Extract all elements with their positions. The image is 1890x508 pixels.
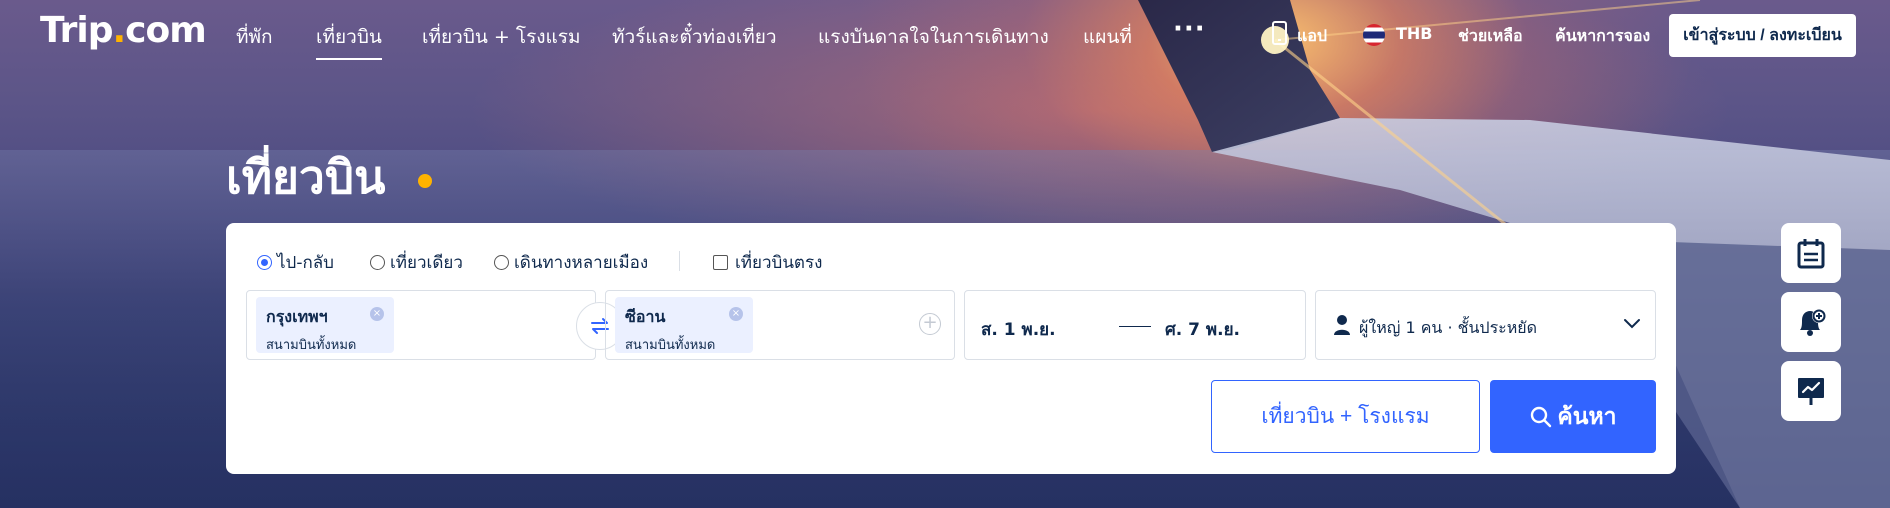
- currency-selector[interactable]: THB: [1396, 24, 1433, 43]
- search-button-label: ค้นหา: [1557, 402, 1617, 429]
- find-booking-link[interactable]: ค้นหาการจอง: [1555, 24, 1650, 49]
- search-button[interactable]: ค้นหา: [1490, 380, 1656, 453]
- trip-type-one-way[interactable]: เที่ยวเดียว: [370, 249, 463, 276]
- title-accent-dot: [418, 174, 432, 188]
- origin-field[interactable]: กรุงเทพฯ สนามบินทั้งหมด ×: [246, 290, 596, 360]
- origin-airport: สนามบินทั้งหมด: [266, 338, 357, 353]
- direct-flights-checkbox[interactable]: [713, 255, 728, 270]
- logo-dot: .: [112, 10, 126, 51]
- remove-origin-icon[interactable]: ×: [370, 307, 384, 321]
- price-trend-icon: [1798, 378, 1824, 405]
- destination-field[interactable]: ซีอาน สนามบินทั้งหมด ×: [605, 290, 955, 360]
- search-icon: [1531, 406, 1552, 427]
- direct-flights-option[interactable]: เที่ยวบินตรง: [713, 249, 822, 276]
- nav-map[interactable]: แผนที่: [1083, 22, 1132, 52]
- radio-one-way[interactable]: [370, 255, 385, 270]
- remove-destination-icon[interactable]: ×: [729, 307, 743, 321]
- chevron-down-icon[interactable]: [1623, 318, 1641, 330]
- origin-city: กรุงเทพฯ: [266, 307, 328, 326]
- destination-airport: สนามบินทั้งหมด: [625, 338, 716, 353]
- return-date[interactable]: ศ. 7 พ.ย.: [1165, 316, 1240, 343]
- flight-search-card: ไป-กลับ เที่ยวเดียว เดินทางหลายเมือง เที…: [226, 223, 1676, 474]
- calendar-icon: [1797, 239, 1825, 269]
- login-register-button[interactable]: เข้าสู่ระบบ / ลงทะเบียน: [1669, 14, 1856, 57]
- add-destination-icon[interactable]: +: [919, 313, 941, 335]
- app-link[interactable]: แอป: [1297, 24, 1327, 49]
- one-way-label: เที่ยวเดียว: [390, 253, 463, 273]
- radio-round-trip[interactable]: [257, 255, 272, 270]
- depart-date[interactable]: ส. 1 พ.ย.: [981, 316, 1056, 343]
- destination-city-chip[interactable]: ซีอาน สนามบินทั้งหมด ×: [615, 297, 753, 353]
- price-trend-float-button[interactable]: [1781, 361, 1841, 421]
- phone-icon: [1272, 21, 1287, 45]
- trip-type-round-trip[interactable]: ไป-กลับ: [257, 249, 334, 276]
- direct-flights-label: เที่ยวบินตรง: [735, 253, 823, 273]
- round-trip-label: ไป-กลับ: [277, 253, 334, 273]
- flight-hotel-button[interactable]: เที่ยวบิน + โรงแรม: [1211, 380, 1480, 453]
- nav-flights[interactable]: เที่ยวบิน: [316, 22, 382, 60]
- thailand-flag-icon: [1363, 24, 1385, 46]
- nav-hotels[interactable]: ที่พัก: [236, 22, 273, 52]
- multi-city-label: เดินทางหลายเมือง: [514, 253, 649, 273]
- passenger-summary: ผู้ใหญ่ 1 คน · ชั้นประหยัด: [1359, 318, 1538, 337]
- destination-city: ซีอาน: [625, 307, 666, 326]
- trip-com-logo[interactable]: Trip.com: [40, 10, 207, 51]
- date-range-dash: [1119, 326, 1151, 327]
- origin-city-chip[interactable]: กรุงเทพฯ สนามบินทั้งหมด ×: [256, 297, 394, 353]
- options-divider: [679, 251, 680, 271]
- page-title: เที่ยวบิน: [226, 150, 386, 204]
- logo-text-left: Trip: [40, 10, 113, 51]
- price-alert-icon: [1800, 309, 1826, 336]
- help-link[interactable]: ช่วยเหลือ: [1458, 24, 1523, 49]
- nav-travel-inspiration[interactable]: แรงบันดาลใจในการเดินทาง: [818, 22, 1049, 52]
- user-icon: [1334, 315, 1350, 335]
- nav-tours-tickets[interactable]: ทัวร์และตั๋วท่องเที่ยว: [612, 22, 777, 52]
- radio-multi-city[interactable]: [494, 255, 509, 270]
- calendar-float-button[interactable]: [1781, 223, 1841, 283]
- trip-type-multi-city[interactable]: เดินทางหลายเมือง: [494, 249, 648, 276]
- top-navigation: Trip.com ที่พัก เที่ยวบิน เที่ยวบิน + โร…: [0, 0, 1890, 70]
- nav-flight-hotel[interactable]: เที่ยวบิน + โรงแรม: [422, 22, 581, 52]
- logo-text-right: com: [125, 10, 207, 51]
- more-menu-icon[interactable]: ···: [1173, 14, 1206, 44]
- price-alert-float-button[interactable]: [1781, 292, 1841, 352]
